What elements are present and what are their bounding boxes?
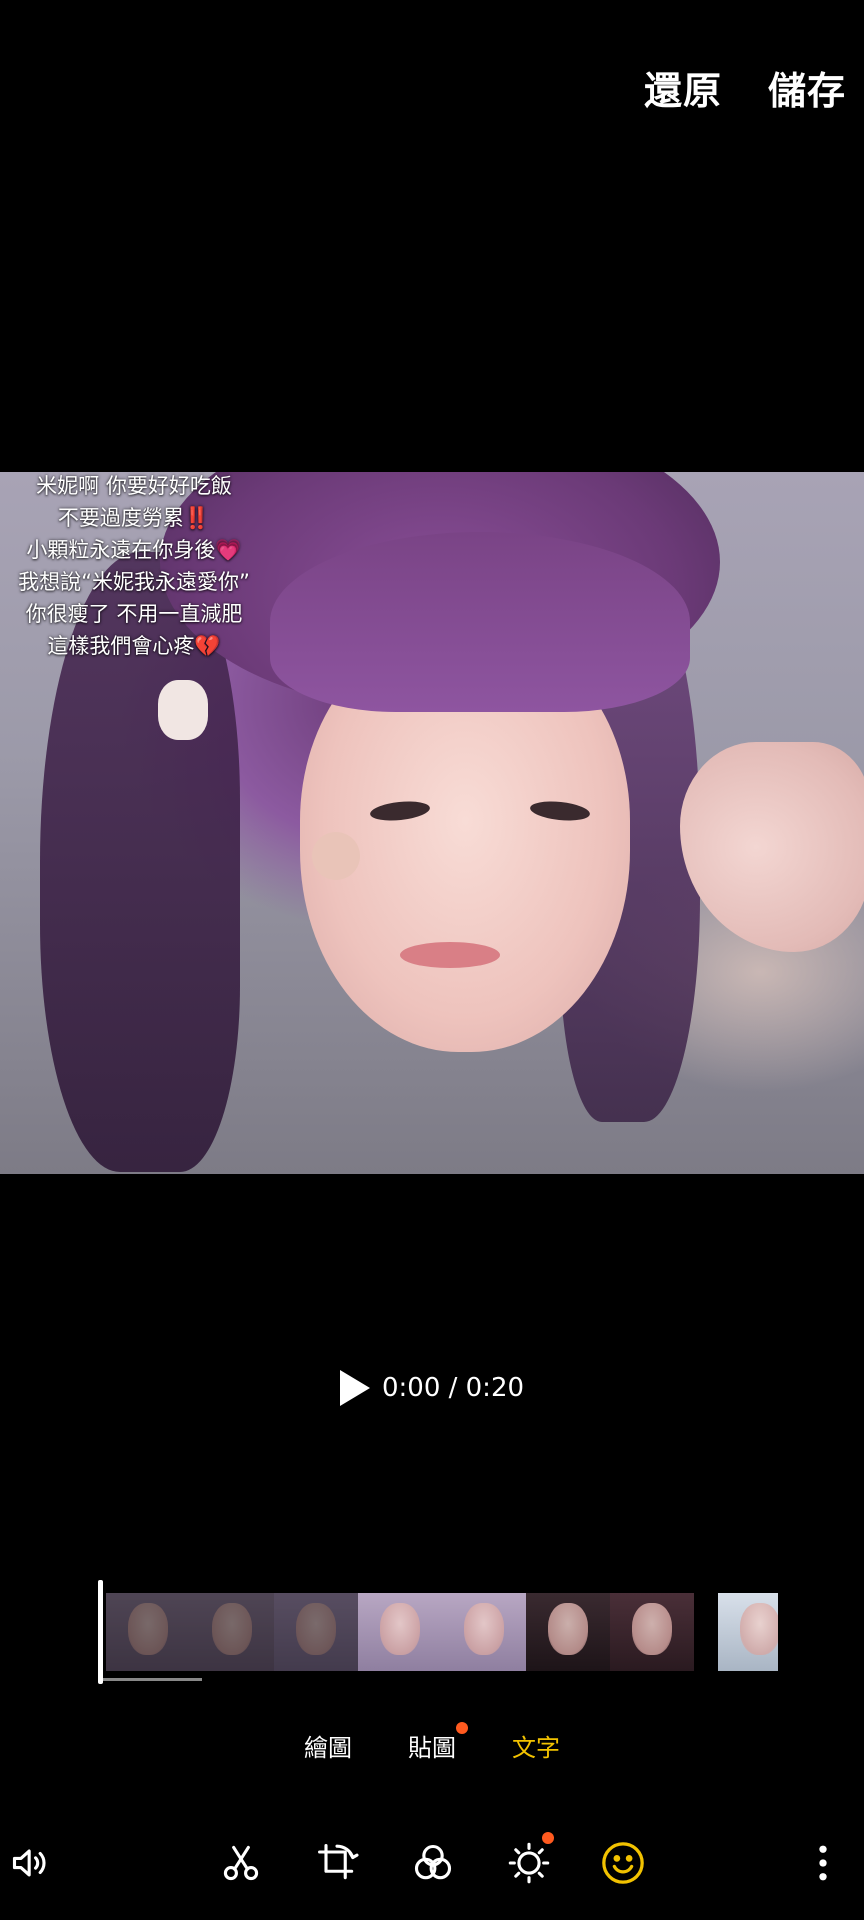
preview-bangs — [270, 532, 690, 712]
brightness-icon — [508, 1842, 550, 1884]
caption-line: 我想說“米妮我永遠愛你” — [18, 570, 250, 594]
timeline-thumbnail — [442, 1593, 526, 1671]
volume-button[interactable] — [6, 1838, 56, 1888]
timeline-scrubber[interactable] — [98, 1580, 788, 1684]
timeline-gap — [694, 1593, 718, 1671]
more-vertical-icon — [819, 1845, 827, 1881]
adjust-brightness-button[interactable] — [504, 1832, 554, 1888]
time-display: 0:00 / 0:20 — [381, 1373, 525, 1403]
save-button[interactable]: 儲存 — [768, 60, 846, 115]
sticker-smiley-icon — [602, 1842, 644, 1884]
crop-rotate-icon — [318, 1844, 359, 1880]
timeline-thumbnails — [106, 1593, 778, 1671]
revert-button[interactable]: 還原 — [644, 60, 722, 115]
timeline-thumbnail — [190, 1593, 274, 1671]
timeline-playhead[interactable] — [98, 1580, 103, 1684]
play-icon[interactable] — [339, 1370, 370, 1406]
crop-rotate-button[interactable] — [312, 1838, 362, 1888]
more-options-button[interactable] — [798, 1838, 848, 1888]
timeline-thumbnail — [274, 1593, 358, 1671]
filter-button[interactable] — [408, 1838, 458, 1888]
new-badge-dot — [542, 1832, 554, 1844]
top-actions: 還原 儲存 — [644, 60, 846, 115]
tab-text[interactable]: 文字 — [512, 1728, 560, 1763]
tab-sticker[interactable]: 貼圖 — [408, 1722, 468, 1763]
tab-label: 貼圖 — [408, 1734, 456, 1762]
timeline-thumbnail — [610, 1593, 694, 1671]
tab-label: 文字 — [512, 1734, 560, 1762]
playback-controls: 0:00 / 0:20 — [0, 1370, 864, 1406]
bottom-toolbar — [0, 1832, 864, 1888]
preview-hand — [680, 742, 864, 952]
timeline-thumbnail — [358, 1593, 442, 1671]
preview-lips — [400, 942, 500, 968]
caption-line: 小顆粒永遠在你身後💗 — [26, 538, 242, 562]
preview-earpiece — [158, 680, 208, 740]
timeline-thumbnail — [106, 1593, 190, 1671]
tab-label: 繪圖 — [304, 1734, 352, 1762]
text-overlay[interactable]: 米妮啊 你要好好吃飯 不要過度勞累‼️ 小顆粒永遠在你身後💗 我想說“米妮我永遠… — [14, 470, 254, 662]
caption-line: 這樣我們會心疼💔 — [47, 634, 221, 658]
caption-line: 米妮啊 你要好好吃飯 — [36, 474, 232, 498]
volume-icon — [12, 1849, 46, 1877]
scissors-icon — [223, 1845, 259, 1881]
timeline-thumbnail — [526, 1593, 610, 1671]
preview-headset-mic — [312, 832, 360, 880]
caption-line: 不要過度勞累‼️ — [57, 506, 211, 530]
edit-mode-tabs: 繪圖 貼圖 文字 — [0, 1722, 864, 1763]
trim-button[interactable] — [216, 1838, 266, 1888]
filter-icon — [414, 1844, 452, 1880]
timeline-progress — [102, 1678, 202, 1681]
tab-draw[interactable]: 繪圖 — [304, 1728, 352, 1763]
caption-line: 你很瘦了 不用一直減肥 — [25, 602, 243, 626]
timeline-thumbnail — [718, 1593, 778, 1671]
decorate-button[interactable] — [598, 1838, 648, 1888]
new-badge-dot — [456, 1722, 468, 1734]
